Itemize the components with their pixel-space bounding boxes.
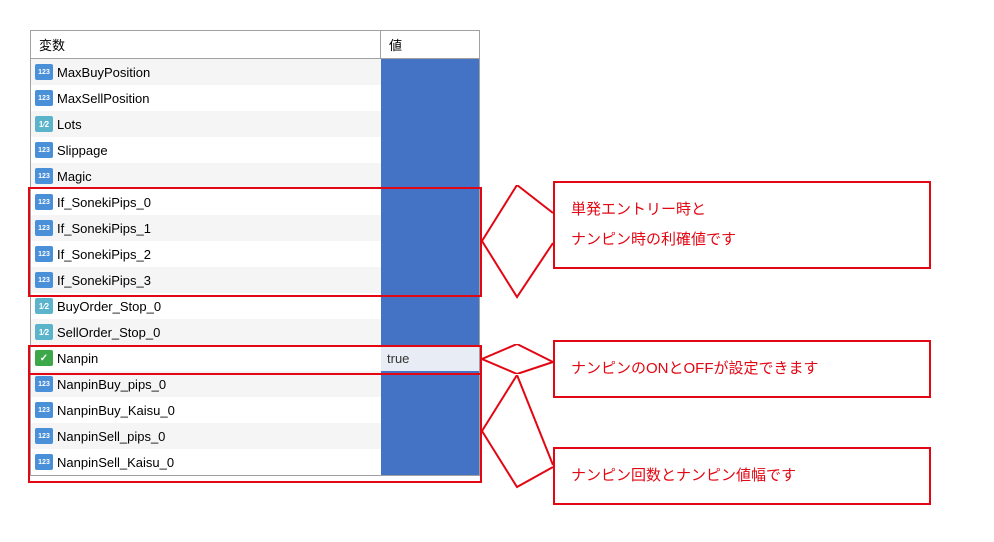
cell-value[interactable]	[381, 293, 479, 319]
cell-value[interactable]	[381, 267, 479, 293]
int-type-icon	[35, 194, 53, 210]
param-name: NanpinSell_Kaisu_0	[57, 455, 174, 470]
parameter-table: 変数 値 MaxBuyPosition MaxSellPosition Lots Sl…	[30, 30, 480, 476]
header-name[interactable]: 変数	[31, 31, 381, 58]
cell-value[interactable]	[381, 215, 479, 241]
cell-name[interactable]: If_SonekiPips_1	[31, 220, 381, 236]
param-name: If_SonekiPips_2	[57, 247, 151, 262]
table-row[interactable]: NanpinBuy_Kaisu_0	[31, 397, 479, 423]
cell-name[interactable]: NanpinSell_Kaisu_0	[31, 454, 381, 470]
cell-value[interactable]	[381, 319, 479, 345]
table-row[interactable]: If_SonekiPips_2	[31, 241, 479, 267]
cell-value[interactable]	[381, 423, 479, 449]
cell-name[interactable]: If_SonekiPips_0	[31, 194, 381, 210]
double-type-icon	[35, 116, 53, 132]
cell-name[interactable]: MaxSellPosition	[31, 90, 381, 106]
bool-type-icon	[35, 350, 53, 366]
annotation-soneki: 単発エントリー時と ナンピン時の利確値です	[553, 181, 931, 269]
int-type-icon	[35, 90, 53, 106]
param-name: MaxBuyPosition	[57, 65, 150, 80]
cell-name[interactable]: BuyOrder_Stop_0	[31, 298, 381, 314]
int-type-icon	[35, 376, 53, 392]
cell-value[interactable]	[381, 163, 479, 189]
connector-3	[482, 375, 554, 490]
param-name: BuyOrder_Stop_0	[57, 299, 161, 314]
annotation-text: ナンピンのONとOFFが設定できます	[571, 360, 819, 377]
param-name: SellOrder_Stop_0	[57, 325, 160, 340]
param-name: NanpinSell_pips_0	[57, 429, 165, 444]
table-row[interactable]: MaxSellPosition	[31, 85, 479, 111]
double-type-icon	[35, 298, 53, 314]
cell-value[interactable]	[381, 449, 479, 475]
cell-name[interactable]: NanpinBuy_pips_0	[31, 376, 381, 392]
param-name: Lots	[57, 117, 82, 132]
cell-value[interactable]	[381, 137, 479, 163]
header-value[interactable]: 値	[381, 31, 479, 58]
cell-value[interactable]: true	[381, 345, 479, 371]
cell-name[interactable]: SellOrder_Stop_0	[31, 324, 381, 340]
annotation-text: ナンピン回数とナンピン値幅です	[571, 467, 796, 484]
cell-name[interactable]: Lots	[31, 116, 381, 132]
table-row[interactable]: If_SonekiPips_3	[31, 267, 479, 293]
int-type-icon	[35, 220, 53, 236]
int-type-icon	[35, 454, 53, 470]
table-row[interactable]: If_SonekiPips_0	[31, 189, 479, 215]
int-type-icon	[35, 142, 53, 158]
cell-name[interactable]: If_SonekiPips_2	[31, 246, 381, 262]
table-row[interactable]: BuyOrder_Stop_0	[31, 293, 479, 319]
cell-value[interactable]	[381, 85, 479, 111]
int-type-icon	[35, 168, 53, 184]
param-name: MaxSellPosition	[57, 91, 150, 106]
int-type-icon	[35, 428, 53, 444]
annotation-nanpin-config: ナンピン回数とナンピン値幅です	[553, 447, 931, 505]
table-row[interactable]: Nanpin true	[31, 345, 479, 371]
cell-value[interactable]	[381, 111, 479, 137]
cell-name[interactable]: NanpinBuy_Kaisu_0	[31, 402, 381, 418]
param-name: If_SonekiPips_3	[57, 273, 151, 288]
connector-2	[482, 344, 554, 374]
table-row[interactable]: NanpinSell_Kaisu_0	[31, 449, 479, 475]
int-type-icon	[35, 272, 53, 288]
param-name: Magic	[57, 169, 92, 184]
cell-value[interactable]	[381, 371, 479, 397]
table-body: MaxBuyPosition MaxSellPosition Lots Slippag…	[31, 59, 479, 475]
cell-value[interactable]	[381, 59, 479, 85]
cell-name[interactable]: MaxBuyPosition	[31, 64, 381, 80]
annotation-nanpin: ナンピンのONとOFFが設定できます	[553, 340, 931, 398]
int-type-icon	[35, 64, 53, 80]
param-name: NanpinBuy_pips_0	[57, 377, 166, 392]
connector-1	[482, 185, 554, 300]
table-row[interactable]: Magic	[31, 163, 479, 189]
cell-name[interactable]: Magic	[31, 168, 381, 184]
annotation-text: 単発エントリー時と	[571, 195, 913, 225]
param-name: Slippage	[57, 143, 108, 158]
cell-name[interactable]: NanpinSell_pips_0	[31, 428, 381, 444]
table-row[interactable]: NanpinBuy_pips_0	[31, 371, 479, 397]
table-row[interactable]: Slippage	[31, 137, 479, 163]
int-type-icon	[35, 402, 53, 418]
param-name: NanpinBuy_Kaisu_0	[57, 403, 175, 418]
param-name: Nanpin	[57, 351, 98, 366]
param-name: If_SonekiPips_0	[57, 195, 151, 210]
cell-name[interactable]: Slippage	[31, 142, 381, 158]
table-row[interactable]: MaxBuyPosition	[31, 59, 479, 85]
table-header: 変数 値	[31, 31, 479, 59]
table-row[interactable]: Lots	[31, 111, 479, 137]
table-row[interactable]: If_SonekiPips_1	[31, 215, 479, 241]
table-row[interactable]: SellOrder_Stop_0	[31, 319, 479, 345]
cell-name[interactable]: Nanpin	[31, 350, 381, 366]
double-type-icon	[35, 324, 53, 340]
param-name: If_SonekiPips_1	[57, 221, 151, 236]
table-row[interactable]: NanpinSell_pips_0	[31, 423, 479, 449]
cell-value[interactable]	[381, 189, 479, 215]
cell-value[interactable]	[381, 241, 479, 267]
cell-name[interactable]: If_SonekiPips_3	[31, 272, 381, 288]
annotation-text: ナンピン時の利確値です	[571, 225, 913, 255]
int-type-icon	[35, 246, 53, 262]
cell-value[interactable]	[381, 397, 479, 423]
